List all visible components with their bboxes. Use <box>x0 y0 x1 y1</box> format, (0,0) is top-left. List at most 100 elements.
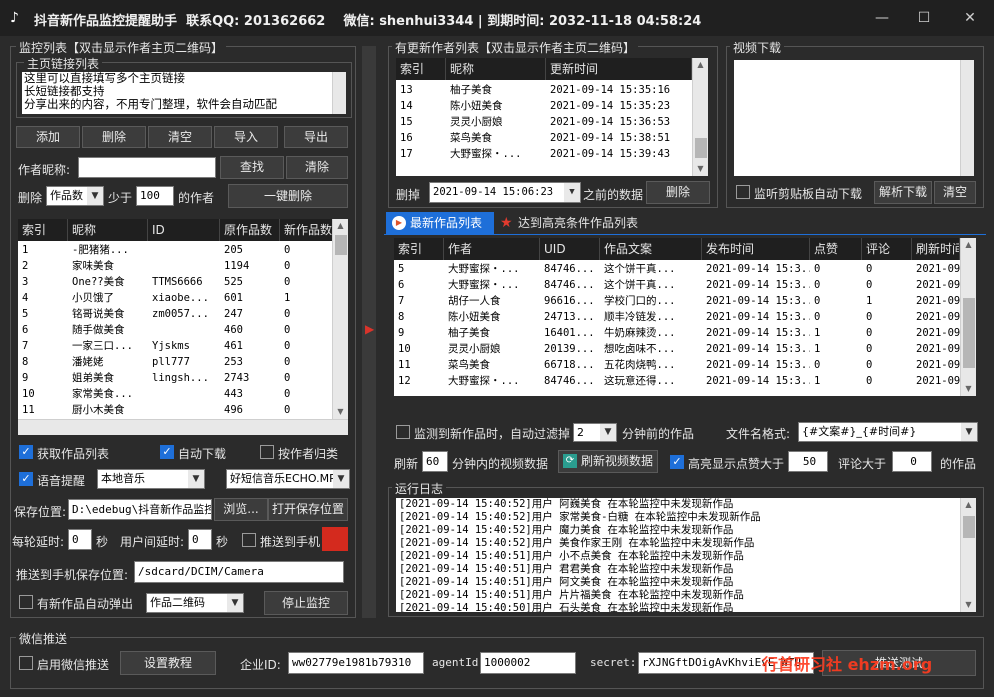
table-row[interactable]: 7 一家三口... Yjskms 461 0 <box>18 338 348 354</box>
auto-download-checkbox[interactable]: ✓ <box>160 445 174 459</box>
find-button[interactable]: 查找 <box>220 156 284 179</box>
clear-button[interactable]: 清空 <box>148 126 212 148</box>
updated-table[interactable]: 索引 昵称 更新时间 13 柚子美食 2021-09-14 15:35:16 14 陈小… <box>396 58 708 176</box>
col-nickname[interactable]: 昵称 <box>446 58 546 80</box>
scroll-thumb[interactable] <box>963 516 975 538</box>
col-index[interactable]: 索引 <box>394 238 444 260</box>
scroll-down-icon[interactable]: ▼ <box>961 598 976 612</box>
phone-path-input[interactable]: /sdcard/DCIM/Camera <box>134 561 344 583</box>
parse-download-button[interactable]: 解析下载 <box>874 181 932 204</box>
author-input[interactable] <box>78 157 216 178</box>
links-scrollbar[interactable] <box>332 72 346 114</box>
col-comments[interactable]: 评论 <box>862 238 912 260</box>
col-caption[interactable]: 作品文案 <box>600 238 702 260</box>
corp-id-input[interactable]: ww02779e1981b79310 <box>288 652 424 674</box>
scroll-thumb[interactable] <box>695 138 707 158</box>
works-table[interactable]: 索引 作者 UID 作品文案 发布时间 点赞 评论 刷新时间 5 大野蜜探・...… <box>394 238 976 396</box>
col-index[interactable]: 索引 <box>396 58 446 80</box>
filename-format-select[interactable]: {#文案#}_{#时间#} ▼ <box>798 422 978 442</box>
col-uid[interactable]: UID <box>540 238 600 260</box>
video-url-textarea[interactable] <box>734 60 974 176</box>
links-textarea[interactable]: 这里可以直接填写多个主页链接 长短链接都支持 分享出来的内容，不用专门整理，软件… <box>22 72 346 114</box>
table-row[interactable]: 14 陈小妞美食 2021-09-14 15:35:23 <box>396 98 708 114</box>
agent-id-input[interactable]: 1000002 <box>480 652 576 674</box>
table-row[interactable]: 3 One??美食 TTMS6666 525 0 <box>18 274 348 290</box>
col-likes[interactable]: 点赞 <box>810 238 862 260</box>
user-delay-input[interactable]: 0 <box>188 529 212 550</box>
table-row[interactable]: 2 家味美食 1194 0 <box>18 258 348 274</box>
table-row[interactable]: 5 大野蜜探・... 84746... 这个饼干真... 2021-09-14 15:3… <box>394 261 976 277</box>
col-orig-count[interactable]: 原作品数 <box>220 219 280 241</box>
monitor-table[interactable]: 索引 昵称 ID 原作品数 新作品数 1 -肥猪猪... 205 0 2 家味美食 1194… <box>18 219 348 435</box>
table-row[interactable]: 10 家常美食... 443 0 <box>18 386 348 402</box>
col-nickname[interactable]: 昵称 <box>68 219 148 241</box>
log-vscroll[interactable]: ▲ ▼ <box>960 498 976 612</box>
clipboard-checkbox[interactable] <box>736 185 750 199</box>
popup-checkbox[interactable] <box>19 595 33 609</box>
col-new-count[interactable]: 新作品数 <box>280 219 334 241</box>
table-row[interactable]: 11 厨小木美食 496 0 <box>18 402 348 418</box>
scroll-up-icon[interactable]: ▲ <box>961 238 976 252</box>
table-row[interactable]: 11 菜鸟美食 66718... 五花肉烧鸭... 2021-09-14 15:3...… <box>394 357 976 373</box>
likes-threshold-input[interactable]: 50 <box>788 451 828 472</box>
scroll-up-icon[interactable]: ▲ <box>333 219 348 233</box>
works-table-vscroll[interactable]: ▲ ▼ <box>960 238 976 396</box>
save-path-input[interactable]: D:\edebug\抖音新作品监控 <box>68 499 212 520</box>
tab-latest-works[interactable]: ▶ 最新作品列表 <box>386 212 494 234</box>
updated-table-vscroll[interactable]: ▲ ▼ <box>692 58 708 176</box>
scroll-up-icon[interactable]: ▲ <box>693 58 708 72</box>
log-textarea[interactable]: [2021-09-14 15:40:52]用户 阿巍美食 在本轮监控中未发现新作… <box>396 498 976 612</box>
music-source-select[interactable]: 本地音乐 ▼ <box>97 469 205 489</box>
table-row[interactable]: 4 小贝饿了 xiaobe... 601 1 <box>18 290 348 306</box>
comment-threshold-input[interactable]: 0 <box>892 451 932 472</box>
add-button[interactable]: 添加 <box>16 126 80 148</box>
stop-monitor-button[interactable]: 停止监控 <box>264 591 348 615</box>
filter-minutes-select[interactable]: 2 ▼ <box>573 423 617 442</box>
scroll-thumb[interactable] <box>335 235 347 255</box>
col-index[interactable]: 索引 <box>18 219 68 241</box>
video-url-scrollbar[interactable] <box>960 60 974 176</box>
tutorial-button[interactable]: 设置教程 <box>120 651 216 675</box>
panel-splitter[interactable]: ▶ <box>362 46 376 618</box>
minimize-icon[interactable]: — <box>872 8 892 28</box>
table-row[interactable]: 13 柚子美食 2021-09-14 15:35:16 <box>396 82 708 98</box>
table-row[interactable]: 17 大野蜜探・... 2021-09-14 15:39:43 <box>396 146 708 162</box>
count-type-select[interactable]: 作品数 ▼ <box>46 186 104 206</box>
export-button[interactable]: 导出 <box>284 126 348 148</box>
table-row[interactable]: 12 大野蜜探・... 84746... 这玩意还得... 2021-09-14 15:… <box>394 373 976 389</box>
scroll-thumb[interactable] <box>963 298 975 368</box>
wechat-enable-checkbox[interactable] <box>19 656 33 670</box>
by-author-checkbox[interactable] <box>260 445 274 459</box>
col-update-time[interactable]: 更新时间 <box>546 58 692 80</box>
push-phone-checkbox[interactable] <box>242 533 256 547</box>
table-row[interactable]: 6 随手做美食 460 0 <box>18 322 348 338</box>
table-row[interactable]: 8 潘姥姥 pll777 253 0 <box>18 354 348 370</box>
maximize-icon[interactable]: ☐ <box>914 8 934 28</box>
col-publish-time[interactable]: 发布时间 <box>702 238 810 260</box>
music-file-select[interactable]: 好短信音乐ECHO.MP3 ▼ <box>226 469 350 489</box>
table-row[interactable]: 10 灵灵小厨娘 20139... 想吃卤味不... 2021-09-14 15:3..… <box>394 341 976 357</box>
refresh-video-button[interactable]: ⟳ 刷新视频数据 <box>558 450 658 473</box>
refresh-minutes-input[interactable]: 60 <box>422 451 448 472</box>
table-row[interactable]: 8 陈小妞美食 24713... 顺丰冷链发... 2021-09-14 15:3...… <box>394 309 976 325</box>
monitor-table-vscroll[interactable]: ▲ ▼ <box>332 219 348 419</box>
table-row[interactable]: 9 柚子美食 16401... 牛奶麻辣烫... 2021-09-14 15:3... 1… <box>394 325 976 341</box>
table-row[interactable]: 5 铭哥说美食 zm0057... 247 0 <box>18 306 348 322</box>
tab-highlight-works[interactable]: ★ 达到高亮条件作品列表 <box>498 212 658 234</box>
popup-type-select[interactable]: 作品二维码 ▼ <box>146 593 244 613</box>
import-button[interactable]: 导入 <box>214 126 278 148</box>
voice-checkbox[interactable]: ✓ <box>19 472 33 486</box>
scroll-down-icon[interactable]: ▼ <box>333 405 348 419</box>
clear-search-button[interactable]: 清除 <box>286 156 348 179</box>
col-refresh-time[interactable]: 刷新时间 <box>912 238 960 260</box>
less-than-input[interactable]: 100 <box>136 186 174 206</box>
open-save-button[interactable]: 打开保存位置 <box>268 498 348 521</box>
get-works-checkbox[interactable]: ✓ <box>19 445 33 459</box>
browse-button[interactable]: 浏览... <box>214 498 268 521</box>
table-row[interactable]: 9 姐弟美食 lingsh... 2743 0 <box>18 370 348 386</box>
color-swatch[interactable] <box>322 527 348 551</box>
delete-button[interactable]: 删除 <box>82 126 146 148</box>
collapse-arrow-icon[interactable]: ▶ <box>365 322 374 336</box>
close-icon[interactable]: ✕ <box>960 8 980 28</box>
clear-video-button[interactable]: 清空 <box>934 181 976 204</box>
